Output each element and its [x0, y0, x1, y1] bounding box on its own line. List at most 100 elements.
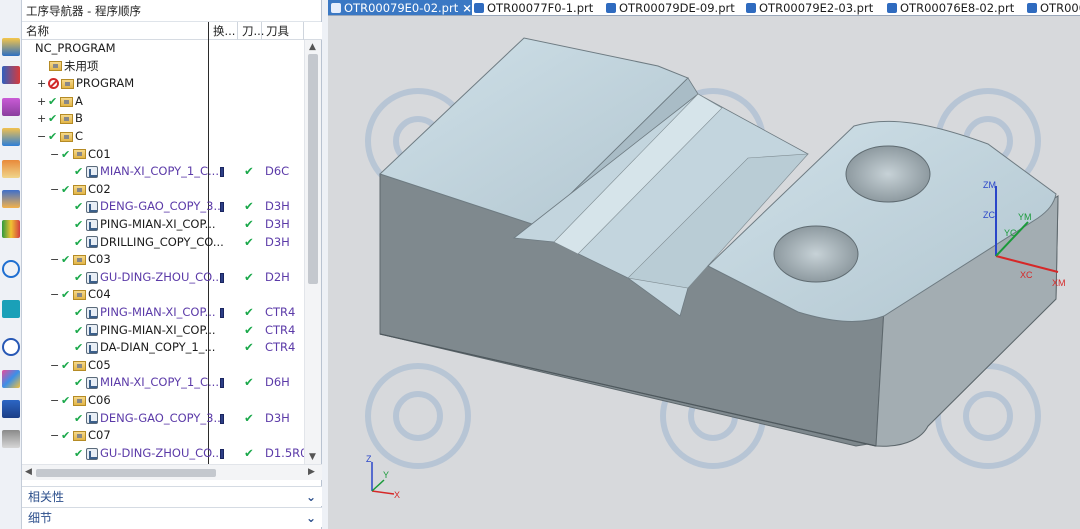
- tool-status-cell: ✔: [244, 375, 254, 390]
- complete-check-icon: ✔: [61, 182, 71, 196]
- part-file-icon: [1027, 3, 1037, 13]
- tool-change-icon: [220, 167, 224, 178]
- operation-row[interactable]: ✔ DA-DIAN_COPY_1_... ✔ CTR4: [22, 339, 304, 357]
- graphics-viewport[interactable]: ZM ZC YM YC XC XM Z Y X: [328, 16, 1080, 529]
- assembly-tool-icon[interactable]: [2, 66, 20, 84]
- tool-name-cell: D3H: [265, 234, 290, 249]
- tree-node[interactable]: 未用项: [22, 58, 304, 76]
- clock-icon[interactable]: [2, 338, 20, 356]
- node-label: DA-DIAN_COPY_1_...: [100, 340, 216, 355]
- scroll-thumb[interactable]: [308, 54, 318, 284]
- tree-node[interactable]: + ✔ A: [22, 93, 304, 111]
- tree-node[interactable]: − ✔ C02: [22, 181, 304, 199]
- column-tool[interactable]: 刀具: [262, 22, 304, 40]
- node-name-cell: − ✔ C03: [50, 251, 111, 269]
- machine-tool-icon[interactable]: [2, 160, 20, 178]
- library-icon[interactable]: [2, 190, 20, 208]
- file-tab[interactable]: OTR00079E0-02.prt ×: [328, 0, 472, 15]
- scroll-down-icon[interactable]: ▼: [309, 452, 316, 462]
- operation-navigator-icon[interactable]: [2, 128, 20, 146]
- tree-node[interactable]: + ✔ B: [22, 110, 304, 128]
- node-name-cell: − ✔ C06: [50, 392, 111, 410]
- operation-row[interactable]: ✔ PING-MIAN-XI_COP... ✔ D3H: [22, 216, 304, 234]
- tool-change-cell: [211, 445, 233, 464]
- node-name-cell: ✔ PING-MIAN-XI_COP...: [63, 304, 216, 322]
- tree-node[interactable]: − ✔ C: [22, 128, 304, 146]
- complete-check-icon: ✔: [74, 200, 84, 214]
- file-tab[interactable]: OTR00079E2-03.prt: [743, 0, 874, 15]
- feature-tool-icon[interactable]: [2, 38, 20, 56]
- section-details[interactable]: 细节 ⌄: [22, 507, 322, 527]
- node-label: 未用项: [64, 58, 99, 73]
- hscroll-thumb[interactable]: [36, 469, 216, 477]
- palette-icon[interactable]: [2, 220, 20, 238]
- file-tab[interactable]: OTR000: [1024, 0, 1080, 15]
- node-label: DENG-GAO_COPY_3...: [100, 410, 225, 425]
- expand-toggle-icon[interactable]: +: [37, 93, 46, 111]
- file-tab[interactable]: OTR00079DE-09.prt: [603, 0, 735, 15]
- tree-node[interactable]: − ✔ C03: [22, 251, 304, 269]
- complete-check-icon: ✔: [61, 253, 71, 267]
- operation-icon: [86, 377, 98, 390]
- triad-z-label: Z: [366, 454, 372, 464]
- operation-row[interactable]: ✔ MIAN-XI_COPY_1_C... ✔ D6H: [22, 374, 304, 392]
- visualization-icon[interactable]: [2, 370, 20, 388]
- operation-row[interactable]: ✔ DENG-GAO_COPY_3... ✔ D3H: [22, 410, 304, 428]
- tree-node[interactable]: NC_PROGRAM: [22, 40, 304, 58]
- expand-toggle-icon[interactable]: −: [50, 427, 59, 445]
- program-folder-icon: [60, 96, 73, 107]
- history-icon[interactable]: [2, 300, 20, 318]
- node-label: GU-DING-ZHOU_CO...: [100, 445, 223, 460]
- operation-icon: [86, 306, 98, 319]
- mold-wizard-icon[interactable]: [2, 400, 20, 418]
- tab-label: OTR00079DE-09.prt: [619, 1, 735, 15]
- vertical-scrollbar[interactable]: ▲ ▼: [304, 40, 321, 464]
- operation-row[interactable]: ✔ PING-MIAN-XI_COP... ✔ CTR4: [22, 304, 304, 322]
- scroll-right-icon[interactable]: ▶: [308, 467, 315, 477]
- operation-row[interactable]: ✔ DENG-GAO_COPY_3... ✔ D3H: [22, 198, 304, 216]
- expand-toggle-icon[interactable]: +: [37, 110, 46, 128]
- tab-label: OTR00079E2-03.prt: [759, 1, 874, 15]
- roles-icon[interactable]: [2, 430, 20, 448]
- part-navigator-icon[interactable]: [2, 98, 20, 116]
- file-tab[interactable]: OTR00076E8-02.prt: [884, 0, 1014, 15]
- node-name-cell: − ✔ C01: [50, 146, 111, 164]
- horizontal-scrollbar[interactable]: ◀ ▶: [22, 464, 322, 480]
- expand-toggle-icon[interactable]: −: [50, 146, 59, 164]
- node-name-cell: − ✔ C07: [50, 427, 111, 445]
- tree-node[interactable]: − ✔ C04: [22, 286, 304, 304]
- node-name-cell: ✔ MIAN-XI_COPY_1_C...: [63, 374, 219, 392]
- node-name-cell: NC_PROGRAM: [24, 40, 116, 58]
- column-tool-short[interactable]: 刀...: [238, 22, 264, 40]
- operation-row[interactable]: ✔ GU-DING-ZHOU_CO... ✔ D1.5R0: [22, 445, 304, 463]
- expand-toggle-icon[interactable]: −: [50, 286, 59, 304]
- expand-toggle-icon[interactable]: −: [50, 357, 59, 375]
- tree-node[interactable]: − ✔ C05: [22, 357, 304, 375]
- expand-toggle-icon[interactable]: −: [50, 181, 59, 199]
- expand-toggle-icon[interactable]: −: [37, 128, 46, 146]
- node-label: DRILLING_COPY_CO...: [100, 234, 224, 249]
- expand-toggle-icon[interactable]: −: [50, 392, 59, 410]
- column-name[interactable]: 名称: [22, 22, 209, 40]
- web-browser-icon[interactable]: [2, 260, 20, 278]
- tree-node[interactable]: − ✔ C01: [22, 146, 304, 164]
- tree-node[interactable]: − ✔ C07: [22, 427, 304, 445]
- complete-check-icon: ✔: [74, 165, 84, 179]
- node-label: C: [75, 129, 84, 143]
- operation-row[interactable]: ✔ MIAN-XI_COPY_1_C... ✔ D6C: [22, 163, 304, 181]
- operation-navigator-panel: 工序导航器 - 程序顺序 名称 换... 刀... 刀具 NC_PROGRAM 未…: [22, 0, 322, 529]
- section-related[interactable]: 相关性 ⌄: [22, 486, 322, 506]
- operation-row[interactable]: ✔ DRILLING_COPY_CO... ✔ D3H: [22, 234, 304, 252]
- complete-check-icon: ✔: [61, 429, 71, 443]
- column-tool-change[interactable]: 换...: [209, 22, 238, 40]
- tree-node[interactable]: + PROGRAM: [22, 75, 304, 93]
- scroll-left-icon[interactable]: ◀: [25, 467, 32, 477]
- expand-toggle-icon[interactable]: +: [37, 75, 46, 93]
- scroll-up-icon[interactable]: ▲: [309, 42, 316, 52]
- expand-toggle-icon[interactable]: −: [50, 251, 59, 269]
- tree-node[interactable]: − ✔ C06: [22, 392, 304, 410]
- operation-row[interactable]: ✔ PING-MIAN-XI_COP... ✔ CTR4: [22, 322, 304, 340]
- file-tab[interactable]: OTR00077F0-1.prt: [471, 0, 593, 15]
- node-label: C04: [88, 287, 111, 302]
- operation-row[interactable]: ✔ GU-DING-ZHOU_CO... ✔ D2H: [22, 269, 304, 287]
